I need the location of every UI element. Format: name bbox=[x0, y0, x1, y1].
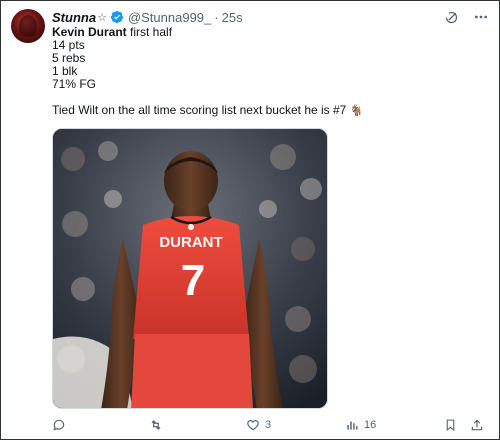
player-photo: DURANT 7 bbox=[53, 129, 327, 408]
tweet-comment: Tied Wilt on the all time scoring list n… bbox=[52, 103, 347, 117]
jersey-name: DURANT bbox=[159, 234, 222, 251]
retweet-icon bbox=[151, 420, 161, 430]
reply-button[interactable] bbox=[52, 414, 71, 436]
timestamp[interactable]: 25s bbox=[222, 10, 243, 25]
views-button[interactable]: 16 bbox=[345, 414, 376, 436]
bookmark-icon bbox=[446, 419, 455, 431]
grok-icon[interactable] bbox=[442, 8, 460, 26]
bookmark-button[interactable] bbox=[444, 414, 457, 436]
tweet-comment-line: Tied Wilt on the all time scoring list n… bbox=[52, 103, 482, 118]
retweet-button[interactable] bbox=[148, 414, 169, 436]
views-icon bbox=[347, 421, 358, 430]
shorts bbox=[131, 334, 253, 408]
subject-name: Kevin Durant bbox=[52, 25, 127, 39]
tweet-header: Stunna ☆ @Stunna999_ · 25s bbox=[52, 8, 243, 26]
tweet-subject-line: Kevin Durant first half bbox=[52, 26, 482, 39]
subject-rest: first half bbox=[126, 25, 173, 39]
tweet-photo[interactable]: DURANT 7 bbox=[52, 128, 328, 409]
jersey-number: 7 bbox=[181, 256, 205, 305]
stat-points: 14 pts bbox=[52, 38, 85, 52]
separator: · bbox=[214, 9, 219, 25]
stat-fg: 71% FG bbox=[52, 77, 97, 91]
like-count: 3 bbox=[265, 419, 272, 431]
like-button[interactable]: 3 bbox=[246, 414, 271, 436]
avatar[interactable] bbox=[11, 9, 45, 43]
like-icon bbox=[247, 420, 259, 431]
stat-blocks: 1 blk bbox=[52, 64, 78, 78]
goat-emoji: 🐐 bbox=[349, 105, 364, 117]
share-button[interactable] bbox=[470, 414, 484, 436]
name-suffix: ☆ bbox=[97, 11, 107, 24]
stat-rebounds: 5 rebs bbox=[52, 51, 86, 65]
tweet-text: Kevin Durant first half 14 pts 5 rebs 1 … bbox=[52, 26, 482, 118]
share-icon bbox=[471, 419, 483, 431]
reply-icon bbox=[53, 419, 65, 431]
action-bar: 3 16 bbox=[0, 414, 500, 436]
views-count: 16 bbox=[364, 419, 377, 431]
display-name[interactable]: Stunna bbox=[52, 10, 96, 25]
verified-badge-icon bbox=[110, 10, 124, 24]
top-icons bbox=[442, 8, 490, 26]
author-handle[interactable]: @Stunna999_ bbox=[128, 10, 211, 25]
more-icon[interactable] bbox=[472, 8, 490, 26]
